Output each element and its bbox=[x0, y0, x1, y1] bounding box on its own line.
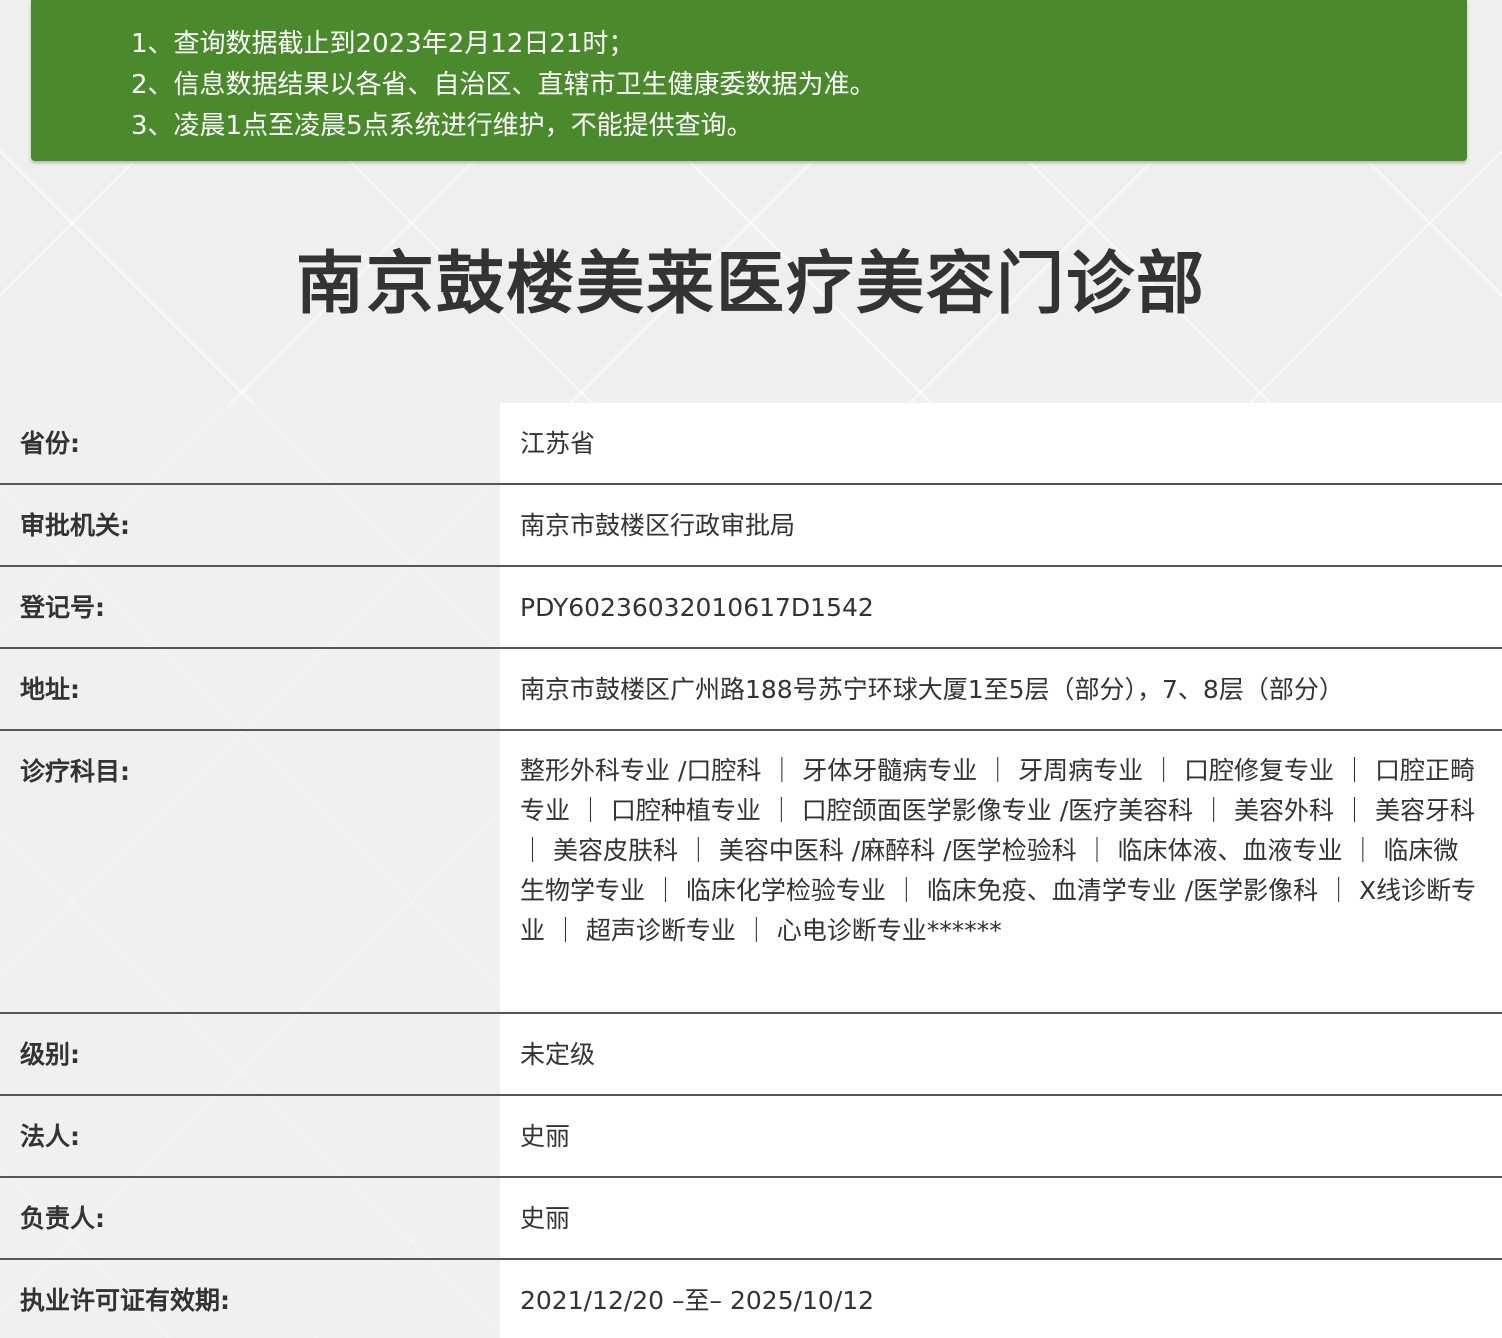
row-authority: 审批机关: 南京市鼓楼区行政审批局 bbox=[0, 485, 1502, 567]
row-license-validity: 执业许可证有效期: 2021/12/20 –至– 2025/10/12 bbox=[0, 1260, 1502, 1338]
level-label: 级别: bbox=[0, 1014, 500, 1094]
legal-person-value: 史丽 bbox=[500, 1096, 1502, 1176]
row-address: 地址: 南京市鼓楼区广州路188号苏宁环球大厦1至5层（部分），7、8层（部分） bbox=[0, 649, 1502, 731]
row-province: 省份: 江苏省 bbox=[0, 403, 1502, 485]
license-validity-value: 2021/12/20 –至– 2025/10/12 bbox=[500, 1260, 1502, 1338]
authority-label: 审批机关: bbox=[0, 485, 500, 565]
person-in-charge-value: 史丽 bbox=[500, 1178, 1502, 1258]
row-level: 级别: 未定级 bbox=[0, 1014, 1502, 1096]
province-label: 省份: bbox=[0, 403, 500, 483]
row-legal-person: 法人: 史丽 bbox=[0, 1096, 1502, 1178]
notice-line-2: 2、信息数据结果以各省、自治区、直辖市卫生健康委数据为准。 bbox=[131, 70, 876, 100]
reg-no-value: PDY60236032010617D1542 bbox=[500, 567, 1502, 647]
row-departments: 诊疗科目: 整形外科专业 /口腔科 ｜ 牙体牙髓病专业 ｜ 牙周病专业 ｜ 口腔… bbox=[0, 731, 1502, 1014]
departments-value: 整形外科专业 /口腔科 ｜ 牙体牙髓病专业 ｜ 牙周病专业 ｜ 口腔修复专业 ｜… bbox=[500, 731, 1502, 1012]
notice-line-1: 1、查询数据截止到2023年2月12日21时； bbox=[131, 29, 635, 59]
reg-no-label: 登记号: bbox=[0, 567, 500, 647]
notice-line-3: 3、凌晨1点至凌晨5点系统进行维护，不能提供查询。 bbox=[131, 111, 753, 141]
address-label: 地址: bbox=[0, 649, 500, 729]
legal-person-label: 法人: bbox=[0, 1096, 500, 1176]
address-value: 南京市鼓楼区广州路188号苏宁环球大厦1至5层（部分），7、8层（部分） bbox=[500, 649, 1502, 729]
page: 1、查询数据截止到2023年2月12日21时； 2、信息数据结果以各省、自治区、… bbox=[0, 0, 1502, 1338]
row-reg-no: 登记号: PDY60236032010617D1542 bbox=[0, 567, 1502, 649]
level-value: 未定级 bbox=[500, 1014, 1502, 1094]
departments-label: 诊疗科目: bbox=[0, 731, 500, 1012]
province-value: 江苏省 bbox=[500, 403, 1502, 483]
row-person-in-charge: 负责人: 史丽 bbox=[0, 1178, 1502, 1260]
notice-banner: 1、查询数据截止到2023年2月12日21时； 2、信息数据结果以各省、自治区、… bbox=[31, 0, 1467, 161]
page-title: 南京鼓楼美莱医疗美容门诊部 bbox=[295, 245, 1206, 324]
license-validity-label: 执业许可证有效期: bbox=[0, 1260, 500, 1338]
info-table: 省份: 江苏省 审批机关: 南京市鼓楼区行政审批局 登记号: PDY602360… bbox=[0, 403, 1502, 1338]
person-in-charge-label: 负责人: bbox=[0, 1178, 500, 1258]
authority-value: 南京市鼓楼区行政审批局 bbox=[500, 485, 1502, 565]
